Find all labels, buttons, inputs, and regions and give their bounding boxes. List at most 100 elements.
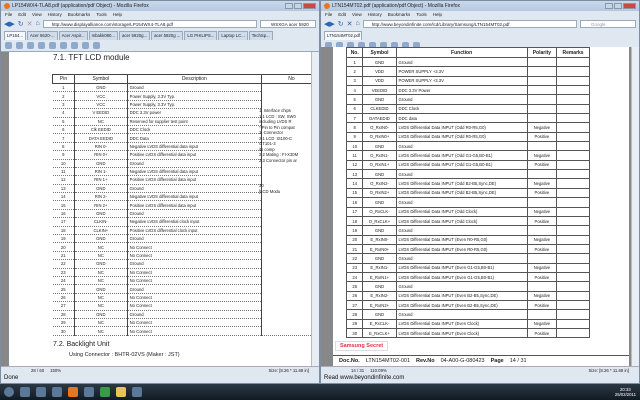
address-bar[interactable]: http://www.beyondinfinite.com/lcd/Librar… xyxy=(362,19,577,28)
taskbar-app-icon[interactable] xyxy=(132,387,142,397)
description: LVDS Differential Data INPUT (Even Clock… xyxy=(395,318,528,329)
description: Ground xyxy=(127,83,263,93)
taskbar-app-icon[interactable] xyxy=(36,387,46,397)
table-row: 20 E_RxIN0- LVDS Differential Data INPUT (… xyxy=(345,234,590,245)
menu-item[interactable]: Bookmarks xyxy=(68,12,91,17)
polarity xyxy=(526,85,558,96)
zoom-select[interactable]: 150% xyxy=(50,368,61,373)
menu-item[interactable]: Help xyxy=(433,12,442,17)
maximize-button[interactable] xyxy=(614,3,622,9)
menu-item[interactable]: Edit xyxy=(338,12,346,17)
pdf-page: 7.1. TFT LCD module Pin Symbol Description… xyxy=(9,52,319,366)
search-input[interactable]: WSXGA acer 5920 xyxy=(260,19,316,28)
browser-tab[interactable]: TechSp... xyxy=(248,31,273,40)
vertical-scrollbar[interactable] xyxy=(631,47,639,366)
description: Ground xyxy=(395,253,528,264)
remarks xyxy=(556,169,590,180)
column-header: Polarity xyxy=(526,47,558,58)
remarks xyxy=(556,290,590,301)
page-indicator[interactable]: 28 / 60 xyxy=(31,368,44,373)
prev-page-icon[interactable] xyxy=(38,42,45,49)
symbol: NC xyxy=(74,268,128,278)
home-icon[interactable]: ⌂ xyxy=(36,20,40,27)
browser-tab[interactable]: Acer Aspir... xyxy=(58,31,88,40)
start-button-icon[interactable] xyxy=(4,387,14,397)
description: LVDS Differential Data INPUT (Odd R0-R5,… xyxy=(395,122,528,133)
menu-item[interactable]: History xyxy=(48,12,62,17)
pdf-page: No. Symbol Function Polarity Remarks 1 GND Grou… xyxy=(333,47,629,366)
menu-item[interactable]: Edit xyxy=(18,12,26,17)
pin-number: 13 xyxy=(345,169,364,180)
next-page-icon[interactable] xyxy=(49,42,56,49)
remarks xyxy=(556,234,590,245)
hand-tool-icon[interactable] xyxy=(93,42,100,49)
taskbar-app-icon[interactable] xyxy=(52,387,62,397)
taskbar-app-icon[interactable] xyxy=(84,387,94,397)
browser-tab[interactable]: acer 5920g... xyxy=(118,31,151,40)
minimize-button[interactable] xyxy=(285,3,293,9)
vertical-scrollbar[interactable] xyxy=(311,52,319,366)
firefox-taskbar-icon[interactable] xyxy=(68,387,78,397)
menu-item[interactable]: View xyxy=(32,12,42,17)
menu-item[interactable]: View xyxy=(352,12,362,17)
taskbar-app-icon[interactable] xyxy=(20,387,30,397)
reload-icon[interactable]: ↻ xyxy=(18,20,24,28)
table-row: 14 O_RxIN2- LVDS Differential Data INPUT (… xyxy=(345,178,590,189)
polarity xyxy=(526,66,558,77)
back-forward-icon[interactable]: ◀▶ xyxy=(4,20,15,28)
pin-number: 21 xyxy=(52,251,75,261)
page-indicator[interactable]: 14 / 31 xyxy=(351,368,364,373)
description: DDC Data xyxy=(127,133,263,143)
symbol: GND xyxy=(74,209,128,219)
print-icon[interactable] xyxy=(16,42,23,49)
home-icon[interactable]: ⌂ xyxy=(356,20,360,27)
polarity: Negative xyxy=(526,122,558,133)
browser-tab[interactable]: LP154... xyxy=(4,31,27,40)
first-page-icon[interactable] xyxy=(27,42,34,49)
reload-icon[interactable]: ↻ xyxy=(338,20,344,28)
search-input[interactable]: Google xyxy=(580,19,636,28)
menu-item[interactable]: Tools xyxy=(96,12,107,17)
last-page-icon[interactable] xyxy=(60,42,67,49)
symbol: GND xyxy=(74,159,128,168)
browser-tab[interactable]: LG PHILIPS... xyxy=(184,31,218,40)
menu-item[interactable]: Tools xyxy=(416,12,427,17)
taskbar-app-icon[interactable] xyxy=(100,387,110,397)
doc-no: LTN154MT02-001 xyxy=(365,358,411,364)
description: LVDS Differential Data INPUT (Even R0-R5… xyxy=(395,234,528,245)
pin-number: 15 xyxy=(52,200,75,210)
browser-tab[interactable]: mbakk080... xyxy=(88,31,118,40)
remarks xyxy=(556,206,590,217)
maximize-button[interactable] xyxy=(294,3,302,9)
browser-tab[interactable]: LTN154MT02.pdf (application/pdf Ob... xyxy=(324,31,362,40)
menu-item[interactable]: History xyxy=(368,12,382,17)
minimize-button[interactable] xyxy=(605,3,613,9)
browser-tab[interactable]: acer 5920g ... xyxy=(151,31,184,40)
pin-number: 3 xyxy=(345,75,364,87)
remarks xyxy=(556,122,590,133)
menu-item[interactable]: Help xyxy=(113,12,122,17)
save-icon[interactable] xyxy=(5,42,12,49)
explorer-taskbar-icon[interactable] xyxy=(116,387,126,397)
fit-page-icon[interactable] xyxy=(82,42,89,49)
remarks xyxy=(556,243,590,255)
stop-icon[interactable]: ✕ xyxy=(27,20,33,28)
polarity xyxy=(526,113,558,124)
description: Ground xyxy=(127,159,263,168)
stop-icon[interactable]: ✕ xyxy=(347,20,353,28)
symbol: NC xyxy=(74,242,128,252)
system-clock[interactable]: 20:33 25/03/2011 xyxy=(615,387,640,397)
menu-item[interactable]: File xyxy=(5,12,12,17)
back-forward-icon[interactable]: ◀▶ xyxy=(324,20,335,28)
browser-tab[interactable]: Laptop LC... xyxy=(218,31,248,40)
menu-item[interactable]: Bookmarks xyxy=(388,12,411,17)
zoom-select[interactable]: 110.09% xyxy=(370,368,387,373)
symbol: E_RxIN0+ xyxy=(362,243,397,255)
menu-item[interactable]: File xyxy=(325,12,332,17)
remarks xyxy=(556,318,590,329)
zoom-icon[interactable] xyxy=(71,42,78,49)
close-button[interactable] xyxy=(623,3,636,9)
address-bar[interactable]: http://www.displayalliance.com/storage/L… xyxy=(42,19,257,28)
browser-tab[interactable]: Acer 5620-... xyxy=(27,31,58,40)
close-button[interactable] xyxy=(303,3,316,9)
